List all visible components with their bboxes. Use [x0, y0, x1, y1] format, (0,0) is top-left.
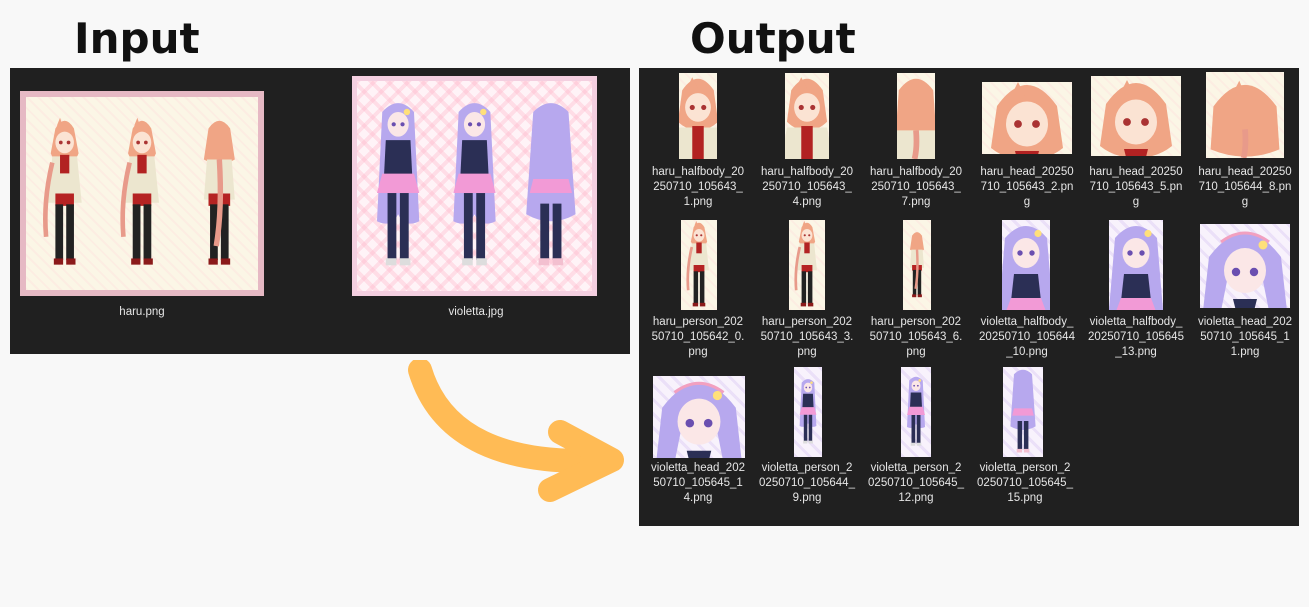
- haru-head-image: [982, 82, 1072, 154]
- haru-character-sheet-image: [26, 97, 258, 290]
- input-heading: Input: [74, 14, 200, 63]
- violetta-halfbody-image: [1002, 220, 1050, 310]
- file-thumbnail-output-14[interactable]: [794, 367, 822, 457]
- curved-arrow-icon: [408, 360, 624, 502]
- file-label-output-4[interactable]: haru_head_20250710_105643_2.png: [979, 165, 1075, 210]
- file-thumbnail-output-9[interactable]: [903, 220, 931, 310]
- haru-halfbody-back-image: [897, 73, 935, 159]
- file-label-output-9[interactable]: haru_person_20250710_105643_6.png: [868, 315, 964, 360]
- haru-person-back-image: [903, 220, 931, 310]
- output-heading: Output: [690, 14, 856, 63]
- haru-head-back-image: [1206, 72, 1284, 158]
- file-thumbnail-output-16[interactable]: [1003, 367, 1043, 457]
- file-label-output-11[interactable]: violetta_halfbody_20250710_105645_13.png: [1088, 315, 1184, 360]
- violetta-head-image: [653, 376, 745, 458]
- violetta-character-sheet-image: [357, 81, 592, 291]
- output-file-panel: haru_halfbody_20250710_105643_1.png haru…: [639, 68, 1299, 526]
- violetta-halfbody-image: [1109, 220, 1163, 310]
- haru-person-image: [789, 220, 825, 310]
- file-thumbnail-output-1[interactable]: [679, 73, 717, 159]
- file-label-output-13[interactable]: violetta_head_20250710_105645_14.png: [650, 461, 746, 506]
- violetta-person-back-image: [1003, 367, 1043, 457]
- haru-person-image: [681, 220, 717, 310]
- file-thumbnail-output-7[interactable]: [681, 220, 717, 310]
- file-label-haru[interactable]: haru.png: [60, 305, 224, 320]
- file-label-output-7[interactable]: haru_person_20250710_105642_0.png: [650, 315, 746, 360]
- file-label-output-3[interactable]: haru_halfbody_20250710_105643_7.png: [868, 165, 964, 210]
- file-label-output-12[interactable]: violetta_head_20250710_105645_11.png: [1197, 315, 1293, 360]
- file-thumbnail-violetta[interactable]: [352, 76, 597, 296]
- file-label-output-16[interactable]: violetta_person_20250710_105645_15.png: [977, 461, 1073, 506]
- violetta-head-image: [1200, 224, 1290, 308]
- violetta-person-image: [901, 367, 931, 457]
- violetta-person-image: [794, 367, 822, 457]
- haru-halfbody-image: [679, 73, 717, 159]
- file-thumbnail-output-3[interactable]: [897, 73, 935, 159]
- file-thumbnail-output-12[interactable]: [1200, 224, 1290, 308]
- file-label-output-14[interactable]: violetta_person_20250710_105644_9.png: [759, 461, 855, 506]
- file-thumbnail-output-10[interactable]: [1002, 220, 1050, 310]
- file-label-output-8[interactable]: haru_person_20250710_105643_3.png: [759, 315, 855, 360]
- file-thumbnail-output-8[interactable]: [789, 220, 825, 310]
- file-thumbnail-output-15[interactable]: [901, 367, 931, 457]
- file-label-output-6[interactable]: haru_head_20250710_105644_8.png: [1197, 165, 1293, 210]
- file-label-output-10[interactable]: violetta_halfbody_20250710_105644_10.png: [979, 315, 1075, 360]
- file-label-output-2[interactable]: haru_halfbody_20250710_105643_4.png: [759, 165, 855, 210]
- file-label-output-1[interactable]: haru_halfbody_20250710_105643_1.png: [650, 165, 746, 210]
- input-file-panel: haru.png violetta.jpg: [10, 68, 630, 354]
- file-thumbnail-haru[interactable]: [20, 91, 264, 296]
- haru-head-image: [1091, 76, 1181, 156]
- file-thumbnail-output-2[interactable]: [785, 73, 829, 159]
- file-label-violetta[interactable]: violetta.jpg: [394, 305, 558, 320]
- file-label-output-5[interactable]: haru_head_20250710_105643_5.png: [1088, 165, 1184, 210]
- file-thumbnail-output-11[interactable]: [1109, 220, 1163, 310]
- file-thumbnail-output-5[interactable]: [1091, 76, 1181, 156]
- haru-halfbody-image: [785, 73, 829, 159]
- file-thumbnail-output-6[interactable]: [1206, 72, 1284, 158]
- file-label-output-15[interactable]: violetta_person_20250710_105645_12.png: [868, 461, 964, 506]
- file-thumbnail-output-13[interactable]: [653, 376, 745, 458]
- file-thumbnail-output-4[interactable]: [982, 82, 1072, 154]
